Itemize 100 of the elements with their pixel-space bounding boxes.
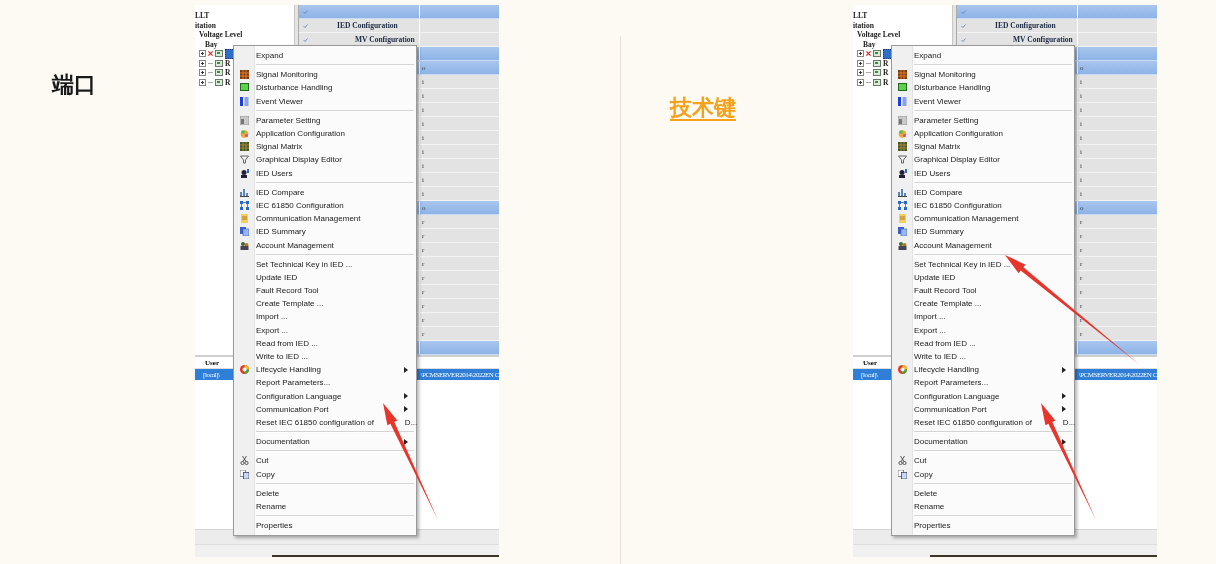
document-icon <box>897 227 907 237</box>
grid-icon <box>239 142 249 152</box>
panel-icon <box>239 115 249 125</box>
menu-item[interactable]: Graphical Display Editor <box>234 153 416 167</box>
menu-item[interactable]: Communication Management <box>234 212 416 226</box>
expand-box-icon[interactable] <box>199 59 206 67</box>
menu-item[interactable]: Copy <box>234 467 416 481</box>
blob-icon <box>239 129 249 139</box>
person-icon <box>897 168 907 178</box>
menu-item[interactable]: Application Configuration <box>234 126 416 141</box>
expand-box-icon[interactable] <box>857 59 864 67</box>
copy-icon <box>897 469 907 479</box>
menu-item[interactable]: Copy <box>892 467 1074 481</box>
submenu-arrow-icon <box>404 438 408 445</box>
menu-item[interactable]: Delete <box>234 486 416 500</box>
submenu-arrow-icon <box>404 366 408 373</box>
menu-item[interactable]: Communication Port <box>234 402 416 416</box>
expand-box-icon[interactable] <box>857 78 864 86</box>
scissors-icon <box>239 456 249 466</box>
menu-item[interactable]: Reset IEC 61850 configuration of D... <box>892 415 1074 430</box>
grid-icon <box>897 70 907 80</box>
menu-item[interactable]: Fault Record Tool <box>892 284 1074 298</box>
funnel-icon <box>897 155 907 165</box>
menu-item[interactable]: Rename <box>234 499 416 513</box>
expand-box-icon[interactable] <box>199 69 206 77</box>
expand-box-icon[interactable] <box>199 78 206 86</box>
menu-item[interactable]: Rename <box>892 499 1074 513</box>
bars-icon <box>239 96 249 106</box>
menu-item[interactable]: Read from IED ... <box>234 336 416 350</box>
menu-item[interactable]: IED Users <box>234 166 416 180</box>
menu-item[interactable]: Update IED <box>892 270 1074 284</box>
screen-icon <box>897 83 907 93</box>
menu-item[interactable]: Signal Monitoring <box>234 68 416 82</box>
menu-item[interactable]: Report Parameters... <box>234 376 416 390</box>
menu-item[interactable]: Report Parameters... <box>892 376 1074 390</box>
submenu-arrow-icon <box>1062 366 1066 373</box>
menu-item[interactable]: Export ... <box>234 323 416 337</box>
bars-icon <box>897 96 907 106</box>
menu-item[interactable]: Parameter Setting <box>234 113 416 127</box>
menu-item[interactable]: Documentation <box>892 435 1074 449</box>
menu-item[interactable]: Export ... <box>892 323 1074 337</box>
menu-item[interactable]: Update IED <box>234 270 416 284</box>
menu-item[interactable]: IED Summary <box>892 225 1074 239</box>
menu-item[interactable]: Create Template ... <box>234 297 416 311</box>
menu-item[interactable]: Communication Management <box>892 212 1074 226</box>
expand-box-icon[interactable] <box>857 69 864 77</box>
menu-item[interactable]: Account Management <box>234 238 416 252</box>
menu-item[interactable]: Delete <box>892 486 1074 500</box>
menu-item[interactable]: Read from IED ... <box>892 336 1074 350</box>
color-wheel-icon <box>897 365 907 375</box>
menu-item[interactable]: Account Management <box>892 238 1074 252</box>
menu-item[interactable]: Write to IED ... <box>234 349 416 364</box>
menu-item[interactable]: Set Technical Key in IED ... <box>892 257 1074 271</box>
network-icon <box>897 200 907 210</box>
menu-item[interactable]: Expand <box>892 49 1074 63</box>
screen-icon <box>239 83 249 93</box>
menu-item[interactable]: Fault Record Tool <box>234 284 416 298</box>
menu-item[interactable]: Configuration Language <box>892 389 1074 403</box>
menu-item[interactable]: Import ... <box>234 310 416 324</box>
menu-item[interactable]: IED Compare <box>892 185 1074 199</box>
menu-item[interactable]: Lifecycle Handling <box>234 363 416 377</box>
menu-item[interactable]: Properties <box>234 519 416 533</box>
menu-item[interactable]: IED Users <box>892 166 1074 180</box>
menu-item[interactable]: Expand <box>234 49 416 63</box>
menu-item[interactable]: Set Technical Key in IED ... <box>234 257 416 271</box>
menu-item[interactable]: Cut <box>234 454 416 468</box>
chart-icon <box>239 187 249 197</box>
menu-item[interactable]: IED Summary <box>234 225 416 239</box>
menu-item[interactable]: Event Viewer <box>234 94 416 108</box>
menu-item[interactable]: Lifecycle Handling <box>892 363 1074 377</box>
chart-icon <box>897 187 907 197</box>
document-icon <box>239 214 249 224</box>
menu-item[interactable]: IEC 61850 Configuration <box>892 198 1074 213</box>
menu-item[interactable]: Import ... <box>892 310 1074 324</box>
menu-item[interactable]: Disturbance Handling <box>892 81 1074 95</box>
person-icon <box>239 168 249 178</box>
expand-box-icon[interactable] <box>199 50 206 58</box>
menu-item[interactable]: Signal Matrix <box>234 140 416 154</box>
menu-item[interactable]: IED Compare <box>234 185 416 199</box>
menu-item[interactable]: Parameter Setting <box>892 113 1074 127</box>
menu-item[interactable]: Disturbance Handling <box>234 81 416 95</box>
menu-item[interactable]: Documentation <box>234 435 416 449</box>
menu-item[interactable]: IEC 61850 Configuration <box>234 198 416 213</box>
submenu-arrow-icon <box>1062 438 1066 445</box>
menu-item[interactable]: Signal Matrix <box>892 140 1074 154</box>
menu-item[interactable]: Signal Monitoring <box>892 68 1074 82</box>
menu-item[interactable]: Cut <box>892 454 1074 468</box>
document-icon <box>897 214 907 224</box>
menu-item[interactable]: Properties <box>892 519 1074 533</box>
menu-item[interactable]: Communication Port <box>892 402 1074 416</box>
menu-item[interactable]: Write to IED ... <box>892 349 1074 364</box>
expand-box-icon[interactable] <box>857 50 864 58</box>
color-wheel-icon <box>239 365 249 375</box>
menu-item[interactable]: Application Configuration <box>892 126 1074 141</box>
menu-item[interactable]: Create Template ... <box>892 297 1074 311</box>
menu-item[interactable]: Reset IEC 61850 configuration of D... <box>234 415 416 430</box>
menu-item[interactable]: Event Viewer <box>892 94 1074 108</box>
menu-item[interactable]: Configuration Language <box>234 389 416 403</box>
menu-item[interactable]: Graphical Display Editor <box>892 153 1074 167</box>
document-icon <box>239 227 249 237</box>
